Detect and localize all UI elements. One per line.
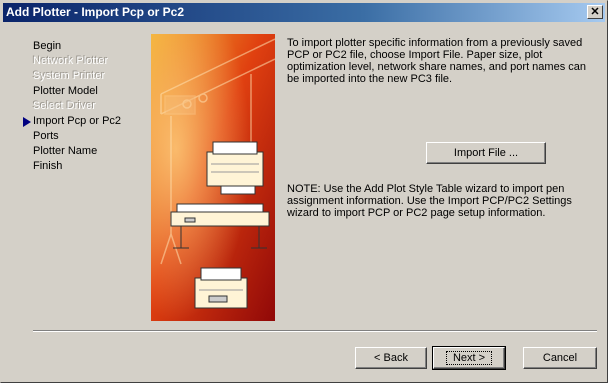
close-icon: ✕ — [590, 6, 600, 18]
close-button[interactable]: ✕ — [587, 5, 603, 19]
step-select-driver: Select Driver — [33, 100, 96, 112]
step-finish: Finish — [33, 160, 63, 172]
import-file-button[interactable]: Import File ... — [426, 142, 546, 164]
add-plotter-dialog: Add Plotter - Import Pcp or Pc2 ✕ Begin … — [0, 0, 608, 383]
plotter-illustration — [151, 34, 275, 321]
back-button[interactable]: < Back — [355, 347, 427, 369]
step-network-plotter: Network Plotter — [33, 55, 109, 67]
step-plotter-model: Plotter Model — [33, 85, 98, 97]
wizard-steps: Begin Network Plotter System Printer Plo… — [23, 39, 148, 174]
footer-separator — [33, 330, 597, 332]
cancel-button[interactable]: Cancel — [523, 347, 597, 369]
step-system-printer: System Printer — [33, 70, 106, 82]
current-step-arrow-icon — [23, 117, 31, 127]
step-begin: Begin — [33, 40, 62, 52]
step-ports: Ports — [33, 130, 59, 142]
step-plotter-name: Plotter Name — [33, 145, 98, 157]
window-title: Add Plotter - Import Pcp or Pc2 — [6, 5, 185, 19]
step-import-pcp-or-pc2: Import Pcp or Pc2 — [23, 114, 148, 129]
title-bar: Add Plotter - Import Pcp or Pc2 ✕ — [3, 3, 605, 22]
note-text: NOTE: Use the Add Plot Style Table wizar… — [287, 183, 572, 219]
next-button-label: Next > — [445, 351, 493, 365]
plotter-printers-icon — [151, 34, 275, 321]
intro-text: To import plotter specific information f… — [287, 37, 586, 85]
next-button[interactable]: Next > — [432, 346, 506, 370]
step-content: To import plotter specific information f… — [287, 37, 597, 85]
